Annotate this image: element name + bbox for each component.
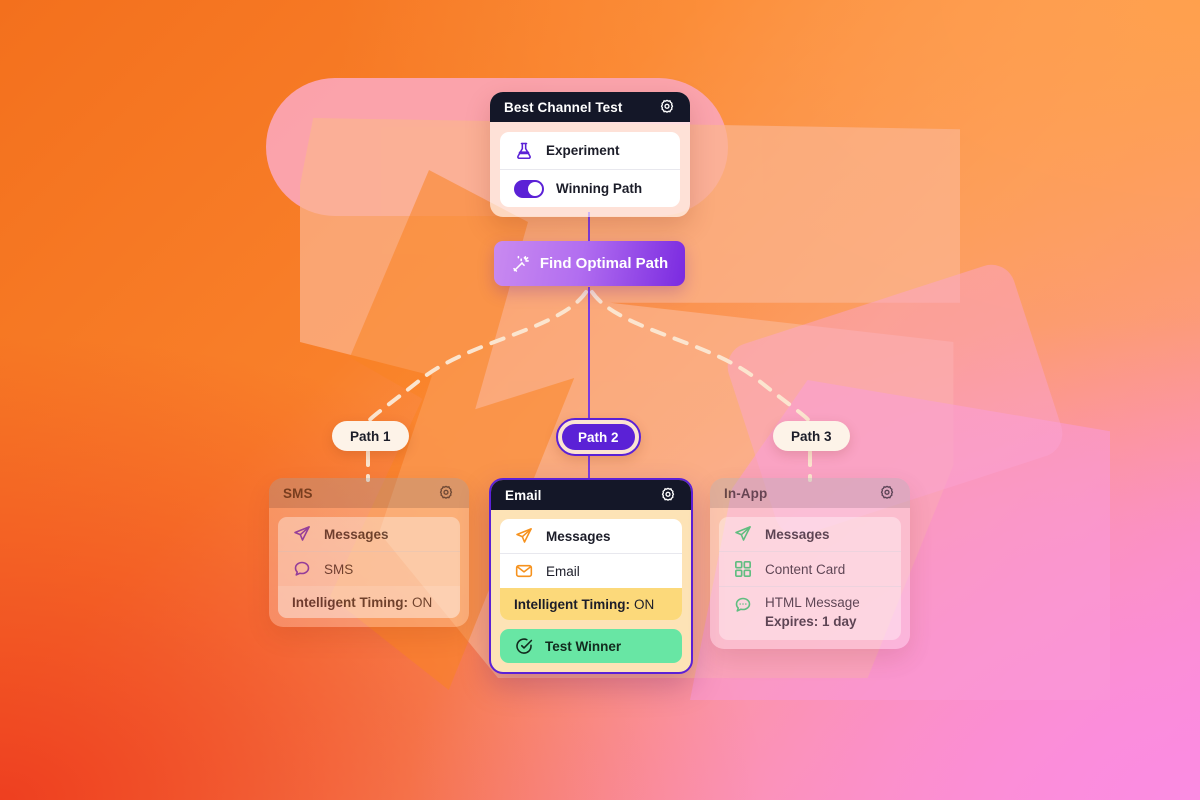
inapp-card-body: Messages Content Card HTML Message Expir… — [710, 508, 910, 649]
winning-path-row[interactable]: Winning Path — [500, 169, 680, 207]
magic-wand-icon — [513, 255, 529, 272]
path-1-label: Path 1 — [350, 428, 391, 444]
path-pill-3[interactable]: Path 3 — [773, 421, 850, 451]
inapp-content-card-row[interactable]: Content Card — [719, 551, 901, 586]
path-pill-2[interactable]: Path 2 — [562, 424, 635, 450]
email-card-header: Email — [491, 480, 691, 510]
chat-dots-icon — [735, 597, 751, 612]
email-type-label: Email — [546, 563, 580, 579]
inapp-card-title: In-App — [724, 485, 768, 501]
experiment-row[interactable]: Experiment — [500, 132, 680, 169]
winning-path-label: Winning Path — [556, 181, 643, 196]
sms-card-title: SMS — [283, 485, 313, 501]
winning-path-toggle[interactable] — [514, 179, 544, 198]
email-channel-card: Email Messages Email Intelligent Timing:… — [489, 478, 693, 674]
email-timing-label: Intelligent Timing: — [514, 596, 630, 612]
gear-icon[interactable] — [658, 98, 676, 116]
paper-plane-icon — [294, 526, 310, 541]
inapp-messages-label: Messages — [765, 526, 830, 542]
connector-button-to-path3 — [590, 290, 812, 424]
email-timing-value: ON — [634, 596, 655, 612]
gear-icon[interactable] — [659, 486, 677, 504]
best-channel-test-card: Best Channel Test Experiment Winning Pat… — [490, 92, 690, 217]
path-2-label: Path 2 — [578, 429, 619, 445]
find-optimal-path-label: Find Optimal Path — [539, 255, 669, 272]
canvas: Best Channel Test Experiment Winning Pat… — [0, 0, 1200, 800]
inapp-html-message-label: HTML Message — [765, 595, 860, 610]
sms-messages-label: Messages — [324, 526, 389, 542]
test-winner-label: Test Winner — [545, 638, 622, 654]
email-card-body: Messages Email Intelligent Timing: ON Te… — [491, 510, 691, 672]
grid-icon — [735, 561, 752, 578]
experiment-label: Experiment — [546, 143, 620, 158]
sms-timing-label: Intelligent Timing: — [292, 594, 408, 610]
inapp-messages-row[interactable]: Messages — [719, 517, 901, 551]
envelope-icon — [515, 564, 533, 578]
email-messages-row[interactable]: Messages — [500, 519, 682, 553]
test-winner-badge[interactable]: Test Winner — [500, 629, 682, 663]
sms-card-header: SMS — [269, 478, 469, 508]
sms-card-body: Messages SMS Intelligent Timing: ON — [269, 508, 469, 627]
inapp-channel-card: In-App Messages Content Card HTML Messag… — [710, 478, 910, 650]
sms-panel: Messages SMS Intelligent Timing: ON — [278, 517, 460, 618]
email-intelligent-timing: Intelligent Timing: ON — [500, 588, 682, 620]
best-channel-test-panel: Experiment Winning Path — [500, 132, 680, 207]
email-type-row[interactable]: Email — [500, 553, 682, 588]
paper-plane-icon — [735, 526, 751, 541]
email-panel: Messages Email Intelligent Timing: ON — [500, 519, 682, 620]
sms-intelligent-timing: Intelligent Timing: ON — [278, 586, 460, 618]
gear-icon[interactable] — [878, 484, 896, 502]
best-channel-test-title: Best Channel Test — [504, 99, 623, 115]
flask-icon — [517, 142, 531, 159]
sms-type-row[interactable]: SMS — [278, 551, 460, 586]
inapp-expires-label: Expires: 1 day — [765, 614, 857, 630]
email-messages-label: Messages — [546, 528, 611, 544]
check-circle-icon — [516, 638, 533, 654]
path-3-label: Path 3 — [791, 428, 832, 444]
email-card-title: Email — [505, 487, 542, 503]
find-optimal-path-button[interactable]: Find Optimal Path — [494, 241, 685, 286]
path-pill-2-wrapper: Path 2 — [556, 418, 641, 456]
chat-bubble-icon — [294, 561, 310, 576]
path-pill-1[interactable]: Path 1 — [332, 421, 409, 451]
inapp-panel: Messages Content Card HTML Message Expir… — [719, 517, 901, 641]
inapp-card-header: In-App — [710, 478, 910, 508]
inapp-content-card-label: Content Card — [765, 561, 846, 577]
paper-plane-icon — [516, 528, 532, 543]
best-channel-test-header: Best Channel Test — [490, 92, 690, 122]
sms-timing-value: ON — [412, 594, 433, 610]
gear-icon[interactable] — [437, 484, 455, 502]
sms-messages-row[interactable]: Messages — [278, 517, 460, 551]
inapp-html-message-row[interactable]: HTML Message Expires: 1 day — [719, 586, 901, 640]
sms-channel-card: SMS Messages SMS Intelligent Timing: ON — [269, 478, 469, 627]
best-channel-test-body: Experiment Winning Path — [490, 122, 690, 217]
connector-button-to-path1 — [366, 290, 588, 424]
sms-type-label: SMS — [324, 561, 354, 577]
